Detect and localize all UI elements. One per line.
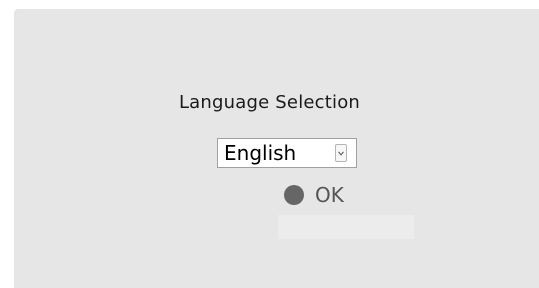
language-select[interactable]: English — [217, 138, 357, 168]
ok-button-label: OK — [315, 183, 344, 207]
chevron-down-icon[interactable] — [335, 144, 347, 162]
page-title: Language Selection — [178, 92, 361, 113]
language-select-value: English — [224, 141, 297, 165]
ok-button[interactable]: OK — [284, 182, 344, 208]
ok-button-background — [278, 215, 414, 239]
radio-dot-icon — [284, 185, 304, 205]
